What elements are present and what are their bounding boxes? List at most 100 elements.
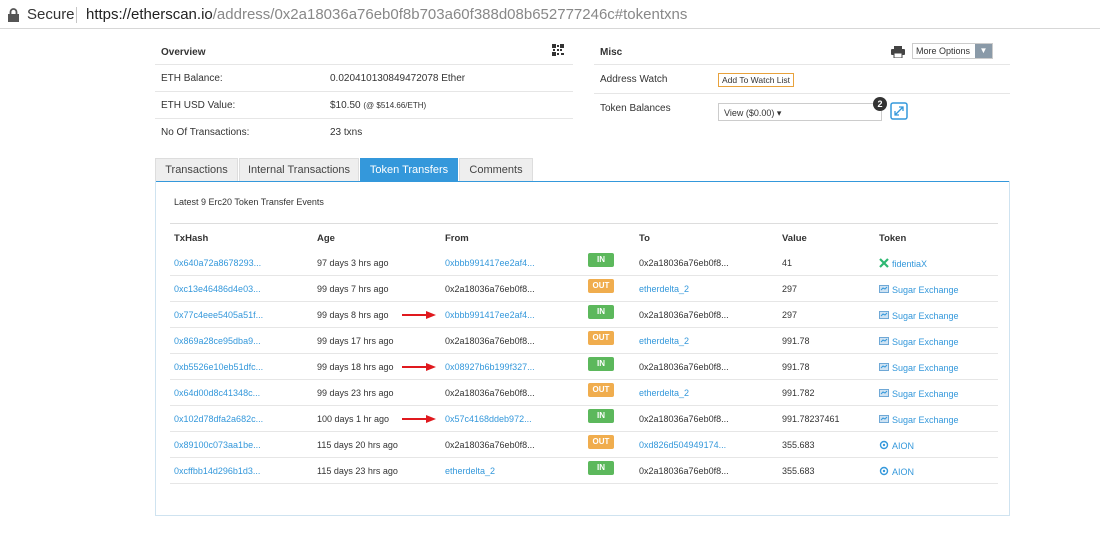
address-watch-row: Address Watch bbox=[594, 65, 1010, 94]
eth-balance-row: ETH Balance: 0.020410130849472078 Ether bbox=[155, 65, 573, 92]
misc-panel: Misc More Options ▼ Address Watch Add To… bbox=[594, 40, 1010, 148]
eth-usd-value-wrap: $10.50 (@ $514.66/ETH) bbox=[330, 100, 426, 111]
to-address-link[interactable]: 0xd826d504949174... bbox=[639, 440, 726, 450]
col-token: Token bbox=[879, 233, 907, 244]
token-name: AION bbox=[892, 467, 915, 477]
to-address: 0x2a18036a76eb0f8... bbox=[639, 310, 729, 320]
age-cell: 99 days 18 hrs ago bbox=[317, 362, 394, 372]
txhash-link[interactable]: 0xcffbb14d296b1d3... bbox=[174, 466, 260, 476]
txhash-link[interactable]: 0x640a72a8678293... bbox=[174, 258, 261, 268]
col-txhash: TxHash bbox=[174, 233, 209, 244]
col-value: Value bbox=[782, 233, 807, 244]
url-domain: https://etherscan.io bbox=[86, 6, 213, 23]
table-top-divider bbox=[170, 223, 998, 224]
token-link[interactable]: Sugar Exchange bbox=[879, 414, 959, 425]
token-link[interactable]: Sugar Exchange bbox=[879, 284, 959, 295]
misc-header: Misc More Options ▼ bbox=[594, 40, 1010, 65]
out-badge: OUT bbox=[588, 435, 614, 449]
annotation-arrow-icon bbox=[402, 311, 436, 319]
lock-icon bbox=[8, 8, 19, 22]
value-cell: 991.78 bbox=[782, 336, 810, 346]
token-link[interactable]: Sugar Exchange bbox=[879, 336, 959, 347]
aion-icon bbox=[879, 466, 889, 476]
value-cell: 355.683 bbox=[782, 440, 815, 450]
url-path: /address/0x2a18036a76eb0f8b703a60f388d08… bbox=[212, 6, 688, 23]
col-age: Age bbox=[317, 233, 335, 244]
address-watch-label: Address Watch bbox=[600, 74, 668, 85]
secure-label: Secure bbox=[27, 6, 75, 23]
sugar-exchange-icon bbox=[879, 337, 889, 345]
to-address: 0x2a18036a76eb0f8... bbox=[639, 362, 729, 372]
sugar-exchange-icon bbox=[879, 415, 889, 423]
value-cell: 991.78 bbox=[782, 362, 810, 372]
table-row: 0x640a72a8678293... 97 days 3 hrs ago 0xbb… bbox=[170, 250, 998, 276]
tab-comments[interactable]: Comments bbox=[459, 158, 533, 182]
from-address-link[interactable]: 0xbbb991417ee2af4... bbox=[445, 310, 535, 320]
to-address: 0x2a18036a76eb0f8... bbox=[639, 466, 729, 476]
age-cell: 99 days 23 hrs ago bbox=[317, 388, 394, 398]
txhash-link[interactable]: 0xc13e46486d4e03... bbox=[174, 284, 261, 294]
token-name: Sugar Exchange bbox=[892, 285, 959, 295]
token-balances-select[interactable]: View ($0.00) ▾ bbox=[718, 103, 882, 121]
to-address-link[interactable]: etherdelta_2 bbox=[639, 284, 689, 294]
txhash-link[interactable]: 0x89100c073aa1be... bbox=[174, 440, 261, 450]
qr-code-icon[interactable] bbox=[552, 44, 564, 56]
from-address: 0x2a18036a76eb0f8... bbox=[445, 440, 535, 450]
tab-transactions[interactable]: Transactions bbox=[155, 158, 238, 182]
age-cell: 99 days 17 hrs ago bbox=[317, 336, 394, 346]
to-address-link[interactable]: etherdelta_2 bbox=[639, 388, 689, 398]
table-row: 0x77c4eee5405a51f... 99 days 8 hrs ago 0xb… bbox=[170, 302, 998, 328]
txhash-link[interactable]: 0xb5526e10eb51dfc... bbox=[174, 362, 263, 372]
age-cell: 99 days 8 hrs ago bbox=[317, 310, 389, 320]
in-badge: IN bbox=[588, 409, 614, 423]
token-name: Sugar Exchange bbox=[892, 389, 959, 399]
txhash-link[interactable]: 0x77c4eee5405a51f... bbox=[174, 310, 263, 320]
txhash-link[interactable]: 0x64d00d8c41348c... bbox=[174, 388, 260, 398]
to-address-link[interactable]: etherdelta_2 bbox=[639, 336, 689, 346]
from-address: 0x2a18036a76eb0f8... bbox=[445, 388, 535, 398]
from-address-link[interactable]: etherdelta_2 bbox=[445, 466, 495, 476]
age-cell: 115 days 20 hrs ago bbox=[317, 440, 398, 450]
annotation-arrow-icon bbox=[402, 415, 436, 423]
add-to-watch-list-button[interactable]: Add To Watch List bbox=[718, 73, 795, 87]
url-text[interactable]: https://etherscan.io/address/0x2a18036a7… bbox=[86, 6, 687, 23]
browser-address-bar[interactable]: Secure https://etherscan.io/address/0x2a… bbox=[0, 0, 1100, 29]
token-link[interactable]: Sugar Exchange bbox=[879, 310, 959, 321]
from-address-link[interactable]: 0x57c4168ddeb972... bbox=[445, 414, 532, 424]
divider bbox=[76, 7, 77, 23]
token-name: AION bbox=[892, 441, 915, 451]
token-select-text: View ($0.00) bbox=[724, 108, 775, 118]
token-link[interactable]: AION bbox=[879, 440, 914, 451]
more-options-button[interactable]: More Options ▼ bbox=[912, 43, 993, 59]
more-options-label: More Options bbox=[916, 46, 971, 56]
token-name: Sugar Exchange bbox=[892, 363, 959, 373]
from-address-link[interactable]: 0x08927b6b199f327... bbox=[445, 362, 535, 372]
token-link[interactable]: AION bbox=[879, 466, 914, 477]
table-row: 0x102d78dfa2a682c... 100 days 1 hr ago 0x5… bbox=[170, 406, 998, 432]
age-cell: 100 days 1 hr ago bbox=[317, 414, 390, 424]
col-to: To bbox=[639, 233, 650, 244]
value-cell: 297 bbox=[782, 310, 798, 320]
expand-icon[interactable] bbox=[890, 102, 908, 120]
eth-usd-value: $10.50 bbox=[330, 100, 361, 111]
token-link[interactable]: Sugar Exchange bbox=[879, 388, 959, 399]
table-row: 0xc13e46486d4e03... 99 days 7 hrs ago 0x2a… bbox=[170, 276, 998, 302]
tab-token-transfers[interactable]: Token Transfers bbox=[360, 158, 458, 182]
col-from: From bbox=[445, 233, 469, 244]
token-balances-label: Token Balances bbox=[600, 103, 671, 114]
eth-balance-label: ETH Balance: bbox=[161, 73, 223, 84]
token-link[interactable]: fidentiaX bbox=[879, 258, 927, 269]
token-link[interactable]: Sugar Exchange bbox=[879, 362, 959, 373]
printer-icon[interactable] bbox=[891, 46, 905, 58]
sugar-exchange-icon bbox=[879, 389, 889, 397]
value-cell: 991.782 bbox=[782, 388, 815, 398]
from-address: 0x2a18036a76eb0f8... bbox=[445, 336, 535, 346]
tab-internal-transactions[interactable]: Internal Transactions bbox=[239, 158, 359, 182]
txhash-link[interactable]: 0x869a28ce95dba9... bbox=[174, 336, 261, 346]
value-cell: 355.683 bbox=[782, 466, 815, 476]
age-cell: 115 days 23 hrs ago bbox=[317, 466, 398, 476]
token-name: Sugar Exchange bbox=[892, 337, 959, 347]
tx-count-label: No Of Transactions: bbox=[161, 127, 250, 138]
txhash-link[interactable]: 0x102d78dfa2a682c... bbox=[174, 414, 263, 424]
from-address-link[interactable]: 0xbbb991417ee2af4... bbox=[445, 258, 535, 268]
